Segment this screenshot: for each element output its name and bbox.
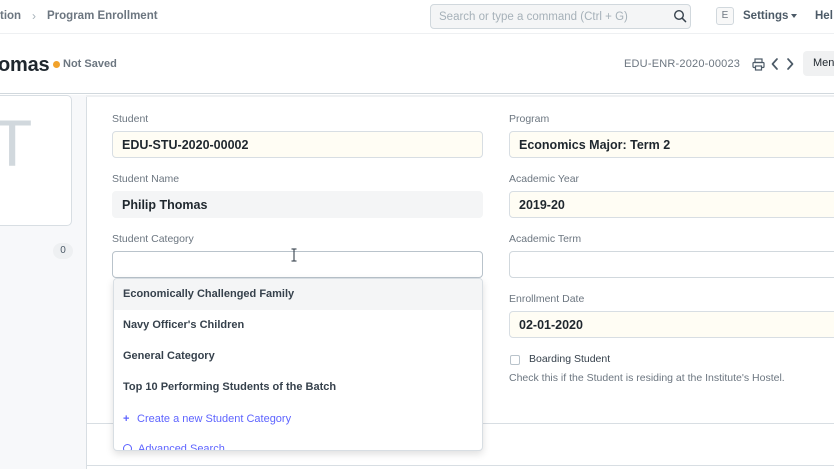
academic-term-label: Academic Term: [509, 233, 582, 245]
create-category-label: Create a new Student Category: [137, 413, 292, 425]
chevron-right-icon[interactable]: [785, 57, 795, 71]
dropdown-option[interactable]: Top 10 Performing Students of the Batch: [114, 372, 482, 403]
sidebar-image-letter: T: [0, 106, 33, 180]
academic-year-field[interactable]: 2019-20: [509, 191, 834, 218]
form-card-top-border: [86, 95, 834, 97]
boarding-student-label[interactable]: Boarding Student: [529, 353, 610, 365]
student-category-dropdown: Economically Challenged Family Navy Offi…: [113, 278, 483, 451]
search-icon[interactable]: [673, 9, 687, 23]
text-cursor-icon: [291, 248, 297, 262]
search-bar[interactable]: [430, 4, 691, 29]
document-name: EDU-ENR-2020-00023: [624, 58, 741, 70]
dropdown-option[interactable]: Economically Challenged Family: [114, 279, 482, 310]
student-field[interactable]: EDU-STU-2020-00002: [112, 131, 483, 158]
advanced-search-action[interactable]: Advanced Search: [114, 435, 482, 451]
student-name-label: Student Name: [112, 173, 180, 185]
section-divider: [86, 465, 834, 466]
help-menu[interactable]: Hel: [815, 10, 833, 22]
user-avatar[interactable]: E: [716, 7, 734, 25]
enrollment-date-field[interactable]: 02-01-2020: [509, 311, 834, 338]
advanced-search-label: Advanced Search: [138, 443, 225, 451]
breadcrumb-separator: ›: [32, 9, 36, 23]
search-icon: [123, 444, 132, 450]
status-indicator-dot: [53, 61, 60, 68]
academic-term-field[interactable]: [509, 251, 834, 278]
dropdown-option[interactable]: Navy Officer's Children: [114, 310, 482, 341]
student-name-field: Philip Thomas: [112, 191, 483, 218]
search-input[interactable]: [431, 5, 661, 28]
breadcrumb-prev[interactable]: tion: [0, 10, 21, 22]
student-label: Student: [112, 113, 149, 125]
settings-menu[interactable]: Settings: [743, 10, 788, 22]
chevron-left-icon[interactable]: [770, 57, 780, 71]
student-category-label: Student Category: [112, 233, 194, 245]
enrollment-date-label: Enrollment Date: [509, 293, 585, 305]
dropdown-option[interactable]: General Category: [114, 341, 482, 372]
chevron-down-icon: [791, 14, 797, 18]
breadcrumb-current[interactable]: Program Enrollment: [47, 10, 158, 22]
sidebar-count-badge: 0: [53, 243, 73, 259]
plus-icon: +: [123, 413, 130, 425]
navbar: tion › Program Enrollment E Settings Hel: [0, 0, 834, 34]
boarding-student-help: Check this if the Student is residing at…: [509, 372, 785, 384]
page-title: omas: [0, 54, 50, 76]
printer-icon[interactable]: [752, 58, 765, 71]
page-head: omas Not Saved EDU-ENR-2020-00023 Men: [0, 34, 834, 94]
academic-year-label: Academic Year: [509, 173, 580, 185]
program-label: Program: [509, 113, 550, 125]
status-badge: Not Saved: [63, 58, 117, 70]
boarding-student-checkbox[interactable]: [510, 355, 520, 365]
create-category-action[interactable]: + Create a new Student Category: [114, 405, 482, 433]
menu-button[interactable]: Men: [803, 51, 834, 76]
program-field[interactable]: Economics Major: Term 2: [509, 131, 834, 158]
